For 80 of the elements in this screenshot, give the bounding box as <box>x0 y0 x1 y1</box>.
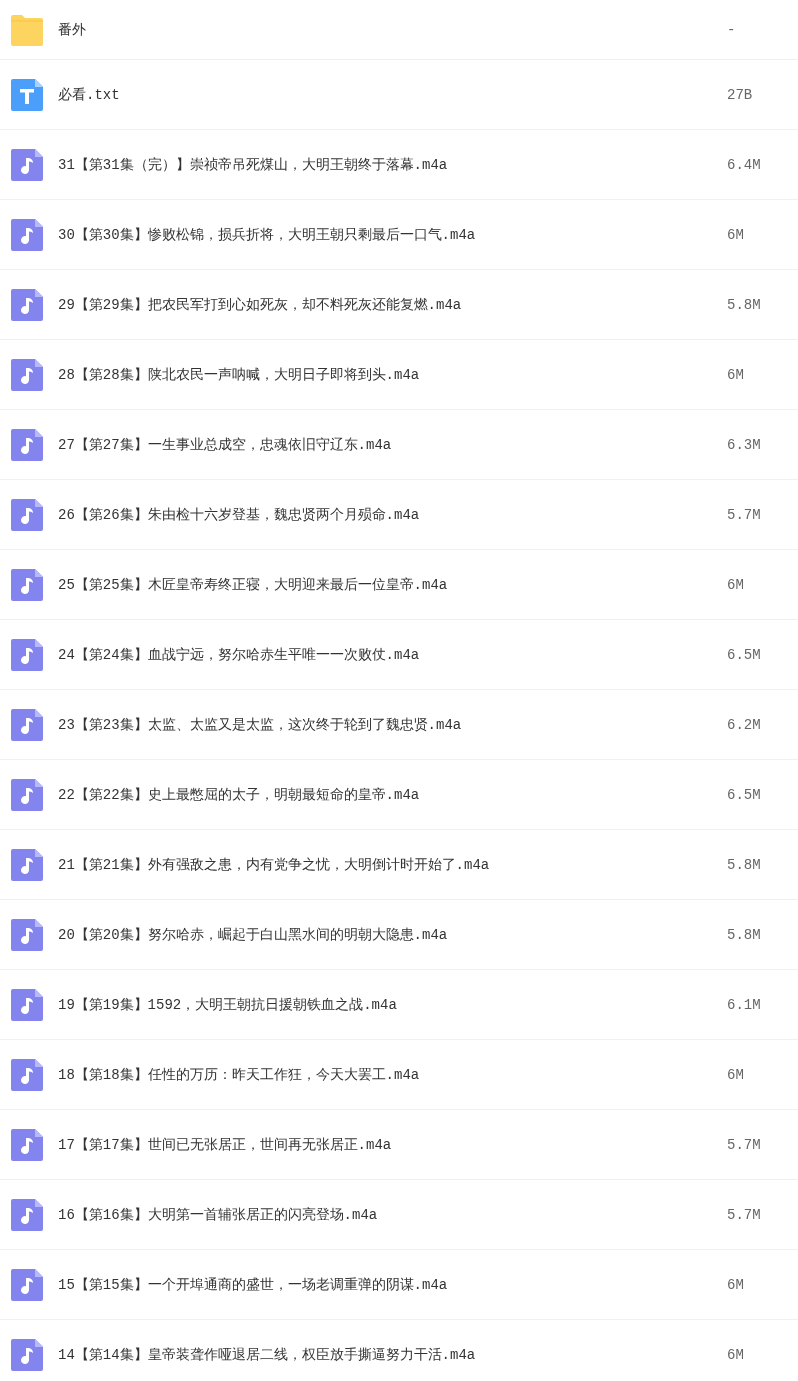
file-name: 18【第18集】任性的万历：昨天工作狂，今天大罢工.m4a <box>58 1065 421 1084</box>
file-size: 5.8M <box>727 296 762 313</box>
music-file-icon <box>11 638 43 671</box>
file-row[interactable]: 21【第21集】外有强敌之患，内有党争之忧，大明倒计时开始了.m4a 5.8M <box>0 830 798 900</box>
file-size: 5.8M <box>727 856 762 873</box>
file-size: 6.1M <box>727 996 762 1013</box>
file-name: 27【第27集】一生事业总成空，忠魂依旧守辽东.m4a <box>58 435 393 454</box>
file-row[interactable]: 20【第20集】努尔哈赤，崛起于白山黑水间的明朝大隐患.m4a 5.8M <box>0 900 798 970</box>
file-row[interactable]: 26【第26集】朱由检十六岁登基，魏忠贤两个月殒命.m4a 5.7M <box>0 480 798 550</box>
file-size: 6M <box>727 1066 745 1083</box>
file-row[interactable]: 28【第28集】陕北农民一声呐喊，大明日子即将到头.m4a 6M <box>0 340 798 410</box>
file-size: 6M <box>727 366 745 383</box>
music-file-icon <box>11 288 43 321</box>
file-name: 番外 <box>58 20 87 39</box>
file-row[interactable]: 24【第24集】血战宁远，努尔哈赤生平唯一一次败仗.m4a 6.5M <box>0 620 798 690</box>
music-file-icon <box>11 1268 43 1301</box>
file-row[interactable]: 29【第29集】把农民军打到心如死灰，却不料死灰还能复燃.m4a 5.8M <box>0 270 798 340</box>
music-file-icon <box>11 988 43 1021</box>
text-file-icon <box>11 78 43 111</box>
file-row[interactable]: 30【第30集】惨败松锦，损兵折将，大明王朝只剩最后一口气.m4a 6M <box>0 200 798 270</box>
music-file-icon <box>11 1128 43 1161</box>
music-file-icon <box>11 1198 43 1231</box>
file-size: 5.7M <box>727 506 762 523</box>
file-row[interactable]: 15【第15集】一个开埠通商的盛世，一场老调重弹的阴谋.m4a 6M <box>0 1250 798 1320</box>
file-size: 6.5M <box>727 646 762 663</box>
file-size: 6M <box>727 1346 745 1363</box>
file-name: 28【第28集】陕北农民一声呐喊，大明日子即将到头.m4a <box>58 365 421 384</box>
file-row[interactable]: 16【第16集】大明第一首辅张居正的闪亮登场.m4a 5.7M <box>0 1180 798 1250</box>
file-name: 21【第21集】外有强敌之患，内有党争之忧，大明倒计时开始了.m4a <box>58 855 491 874</box>
music-file-icon <box>11 568 43 601</box>
file-size: 6.4M <box>727 156 762 173</box>
file-row[interactable]: 27【第27集】一生事业总成空，忠魂依旧守辽东.m4a 6.3M <box>0 410 798 480</box>
file-name: 19【第19集】1592，大明王朝抗日援朝铁血之战.m4a <box>58 995 398 1014</box>
music-file-icon <box>11 148 43 181</box>
file-size: 6M <box>727 1276 745 1293</box>
file-size: 5.7M <box>727 1206 762 1223</box>
file-row[interactable]: 18【第18集】任性的万历：昨天工作狂，今天大罢工.m4a 6M <box>0 1040 798 1110</box>
file-name: 31【第31集（完）】崇祯帝吊死煤山，大明王朝终于落幕.m4a <box>58 155 449 174</box>
music-file-icon <box>11 708 43 741</box>
music-file-icon <box>11 358 43 391</box>
file-name: 22【第22集】史上最憋屈的太子，明朝最短命的皇帝.m4a <box>58 785 421 804</box>
music-file-icon <box>11 428 43 461</box>
file-row[interactable]: 23【第23集】太监、太监又是太监，这次终于轮到了魏忠贤.m4a 6.2M <box>0 690 798 760</box>
file-name: 24【第24集】血战宁远，努尔哈赤生平唯一一次败仗.m4a <box>58 645 421 664</box>
file-row[interactable]: 14【第14集】皇帝装聋作哑退居二线，权臣放手撕逼努力干活.m4a 6M <box>0 1320 798 1381</box>
file-name: 17【第17集】世间已无张居正，世间再无张居正.m4a <box>58 1135 393 1154</box>
file-size: 6.3M <box>727 436 762 453</box>
file-size: 6.2M <box>727 716 762 733</box>
file-row[interactable]: 22【第22集】史上最憋屈的太子，明朝最短命的皇帝.m4a 6.5M <box>0 760 798 830</box>
music-file-icon <box>11 778 43 811</box>
file-name: 20【第20集】努尔哈赤，崛起于白山黑水间的明朝大隐患.m4a <box>58 925 449 944</box>
file-size: 5.7M <box>727 1136 762 1153</box>
file-name: 30【第30集】惨败松锦，损兵折将，大明王朝只剩最后一口气.m4a <box>58 225 477 244</box>
file-name: 23【第23集】太监、太监又是太监，这次终于轮到了魏忠贤.m4a <box>58 715 463 734</box>
file-size: 6.5M <box>727 786 762 803</box>
file-name: 14【第14集】皇帝装聋作哑退居二线，权臣放手撕逼努力干活.m4a <box>58 1345 477 1364</box>
file-size: 27B <box>727 86 754 103</box>
file-row[interactable]: 25【第25集】木匠皇帝寿终正寝，大明迎来最后一位皇帝.m4a 6M <box>0 550 798 620</box>
file-row[interactable]: 17【第17集】世间已无张居正，世间再无张居正.m4a 5.7M <box>0 1110 798 1180</box>
file-size: 6M <box>727 226 745 243</box>
file-name: 29【第29集】把农民军打到心如死灰，却不料死灰还能复燃.m4a <box>58 295 463 314</box>
folder-icon <box>11 13 43 46</box>
file-size: 6M <box>727 576 745 593</box>
music-file-icon <box>11 498 43 531</box>
music-file-icon <box>11 848 43 881</box>
music-file-icon <box>11 918 43 951</box>
file-row[interactable]: 19【第19集】1592，大明王朝抗日援朝铁血之战.m4a 6.1M <box>0 970 798 1040</box>
file-name: 26【第26集】朱由检十六岁登基，魏忠贤两个月殒命.m4a <box>58 505 421 524</box>
file-size: - <box>727 21 737 38</box>
file-name: 16【第16集】大明第一首辅张居正的闪亮登场.m4a <box>58 1205 379 1224</box>
file-size: 5.8M <box>727 926 762 943</box>
file-name: 15【第15集】一个开埠通商的盛世，一场老调重弹的阴谋.m4a <box>58 1275 449 1294</box>
music-file-icon <box>11 218 43 251</box>
file-row[interactable]: 必看.txt 27B <box>0 60 798 130</box>
file-row[interactable]: 番外 - <box>0 0 798 60</box>
file-name: 必看.txt <box>58 85 121 104</box>
file-row[interactable]: 31【第31集（完）】崇祯帝吊死煤山，大明王朝终于落幕.m4a 6.4M <box>0 130 798 200</box>
file-name: 25【第25集】木匠皇帝寿终正寝，大明迎来最后一位皇帝.m4a <box>58 575 449 594</box>
music-file-icon <box>11 1338 43 1371</box>
music-file-icon <box>11 1058 43 1091</box>
